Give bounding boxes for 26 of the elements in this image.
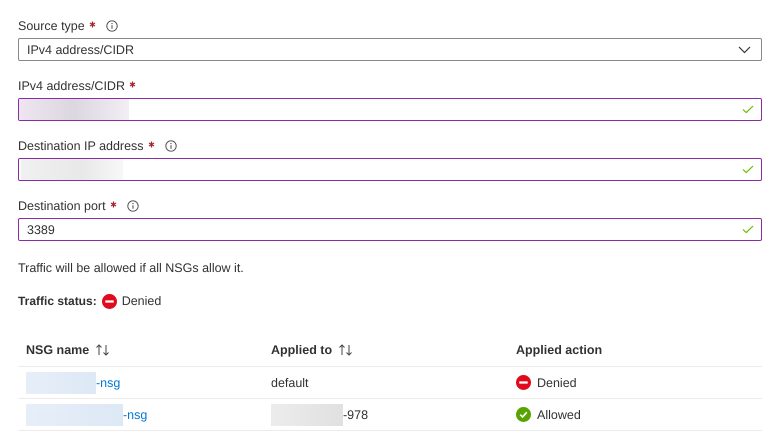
- column-header[interactable]: Applied to: [271, 342, 332, 356]
- column-header[interactable]: Applied action: [516, 342, 602, 356]
- table-cell: -978: [343, 408, 368, 422]
- field-label: Destination port: [18, 199, 106, 213]
- nsg-link[interactable]: -nsg: [123, 408, 148, 422]
- sort-icon[interactable]: [95, 344, 112, 356]
- column-header[interactable]: NSG name: [26, 342, 90, 356]
- nsg-link[interactable]: -nsg: [96, 376, 120, 390]
- info-text: Traffic will be allowed if all NSGs allow it.: [18, 261, 245, 277]
- sort-icon[interactable]: [338, 344, 354, 356]
- info-icon[interactable]: [164, 140, 177, 152]
- dropdown[interactable]: IPv4 address/CIDR: [18, 38, 762, 61]
- input-field[interactable]: [18, 98, 762, 121]
- input-field[interactable]: 3389: [18, 218, 762, 241]
- table-cell: Allowed: [537, 408, 581, 422]
- status-label: Traffic status:: [18, 294, 97, 308]
- info-icon[interactable]: [106, 20, 118, 32]
- field-label: IPv4 address/CIDR: [18, 79, 125, 93]
- table-cell: default: [271, 376, 309, 390]
- status-text: Denied: [122, 294, 162, 308]
- table-cell: Denied: [537, 376, 577, 390]
- info-icon[interactable]: [126, 200, 139, 212]
- input-field[interactable]: [18, 158, 762, 181]
- field-label: Source type: [18, 19, 85, 33]
- field-label: Destination IP address: [18, 139, 144, 153]
- chevron-down-icon: [738, 46, 751, 54]
